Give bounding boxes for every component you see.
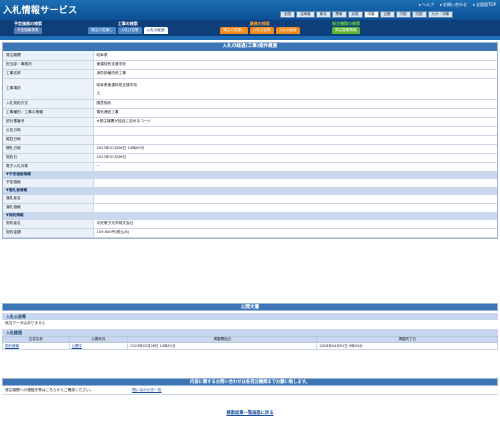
group-header-yotei: ▼予定価格情報 <box>3 171 497 179</box>
table-row: 契約金額 105,600円(税込み) <box>3 228 497 238</box>
contact-label: 発注機関への連絡先等はこちらからご確認ください。 <box>5 388 94 392</box>
contact-title: 内容に関するお問い合わせは各発注機関までお願い致します。 <box>2 378 498 386</box>
table-row: 落札者名 <box>3 194 497 204</box>
nav-group-agency: 発注機関の検索 発注機関情報 <box>332 20 360 36</box>
keika-subtitle: 入札経過 <box>2 329 498 336</box>
table-row: 縦覧日時 <box>3 135 497 145</box>
koukoku-empty-text: 該当データはありません <box>5 321 46 325</box>
documents-table: 文書名称 公開状況 掲載開始日 掲載終了日 契約情報 公開中 2023年02月2… <box>2 336 498 350</box>
tab-agency-info[interactable]: 発注機関情報 <box>332 27 360 34</box>
table-row: 担当部・事務所 東濃特別支援学校 <box>3 60 497 70</box>
table-row: 開札日時 2023年01月06日 10時00分 <box>3 144 497 154</box>
contact-section: 内容に関するお問い合わせは各発注機関までお願い致します。 発注機関への連絡先等は… <box>2 378 498 395</box>
table-row: 入札契約方式 随意契約 <box>3 99 497 109</box>
page-title: 入札の経過(工事)案件概要 <box>3 43 497 51</box>
tab-gyomu-mitoshi[interactable]: 発注の見通し <box>220 27 248 34</box>
nav-group-title: 工事の検索 <box>117 21 138 26</box>
tab-yotei-search[interactable]: 予定価格検索 <box>14 27 42 34</box>
region-tab-shikoku[interactable]: 四国 <box>411 11 427 18</box>
tab-koji-koukoku[interactable]: 入札公告等 <box>117 27 142 34</box>
table-row: 工事場所 岐阜県東濃特別支援学校土 <box>3 78 497 100</box>
tab-koji-mitoshi[interactable]: 発注の見通し <box>88 27 116 34</box>
back-to-results: 検索結果一覧画面に戻る <box>0 410 500 416</box>
region-tab-zenkoku[interactable]: 全国 <box>280 11 295 18</box>
case-summary-table: 発注機関 岐阜県 担当部・事務所 東濃特別支援学校 工事名称 消防設備改修工事 工事場… <box>3 51 497 238</box>
tab-koji-keika[interactable]: 入札の経過 <box>143 27 168 34</box>
tab-gyomu-koukoku[interactable]: 入札公告等 <box>249 27 274 34</box>
table-row: 工事名称 消防設備改修工事 <box>3 69 497 79</box>
koukoku-subtitle: 入札公告等 <box>2 313 498 320</box>
table-row: 契約日 2023年01月06日 <box>3 153 497 163</box>
public-documents-title: 公開文書 <box>2 303 498 311</box>
table-row: 予定価格 <box>3 178 497 188</box>
document-start: 2023年02月28日 10時51分 <box>127 342 318 350</box>
region-tab-kyushu[interactable]: 九州・沖縄 <box>427 11 453 18</box>
case-summary-section: 入札の経過(工事)案件概要 発注機関 岐阜県 担当部・事務所 東濃特別支援学校 工事… <box>2 42 498 239</box>
contact-list-link[interactable]: 問い合わせ先一覧 <box>132 386 162 394</box>
document-status-link[interactable]: 公開中 <box>68 342 129 350</box>
table-row: 契約情報 公開中 2023年02月28日 10時51分 2026年04月01日 … <box>2 342 498 350</box>
region-tab-chubu[interactable]: 中部 <box>363 11 379 18</box>
table-row: 落札価格 <box>3 203 497 213</box>
contact-link[interactable]: お問い合わせ <box>440 2 467 8</box>
contact-row: 発注機関への連絡先等はこちらからご確認ください。 問い合わせ先一覧 <box>2 386 498 395</box>
region-tab-tohoku[interactable]: 東北 <box>315 11 331 18</box>
group-header-keiyaku: ▼契約情報 <box>3 212 497 220</box>
table-row: 設計書番号 ※発注機関が独自に定めるコード <box>3 117 497 127</box>
group-header-rakusatsu: ▼落札者情報 <box>3 187 497 195</box>
top-links: ヘルプ お問い合わせ 全国版TOP <box>419 2 496 8</box>
region-tab-hokkaido[interactable]: 北海道 <box>296 11 315 18</box>
document-name-link[interactable]: 契約情報 <box>2 342 70 350</box>
nav-group-yotei: 予定価格の検索 予定価格検索 <box>14 20 42 36</box>
back-to-results-link[interactable]: 検索結果一覧画面に戻る <box>226 411 273 416</box>
nav-group-koji: 工事の検索 発注の見通し 入札公告等 入札の経過 <box>88 20 168 36</box>
nav-group-title: 予定価格の検索 <box>14 21 42 26</box>
nav-group-title: 発注機関の検索 <box>332 21 360 26</box>
region-tabs: 全国 北海道 東北 関東 北陸 中部 近畿 中国 四国 九州・沖縄 <box>280 11 453 18</box>
nav-group-gyomu: 業務の検索 発注の見通し 入札公告等 入札の経過 <box>220 20 300 36</box>
region-tab-kanto[interactable]: 関東 <box>331 11 347 18</box>
main-nav: 予定価格の検索 予定価格検索 工事の検索 発注の見通し 入札公告等 入札の経過 … <box>0 20 500 36</box>
site-logo: 入札情報サービス <box>3 6 78 16</box>
table-row: 工事種別／工事の業種 電気通信工事 <box>3 108 497 118</box>
nav-underline <box>0 36 500 40</box>
region-tab-kinki[interactable]: 近畿 <box>379 11 395 18</box>
help-link[interactable]: ヘルプ <box>419 2 434 8</box>
national-top-link[interactable]: 全国版TOP <box>473 2 496 8</box>
tab-gyomu-keika[interactable]: 入札の経過 <box>275 27 300 34</box>
table-row: 電子入札対象－ <box>3 162 497 172</box>
nav-group-title: 業務の検索 <box>249 21 270 26</box>
region-tab-hokuriku[interactable]: 北陸 <box>347 11 363 18</box>
table-row: 公告日時 <box>3 126 497 136</box>
table-row: 契約者名 中央電子光学株式会社 <box>3 219 497 229</box>
public-documents-section: 公開文書 入札公告等 該当データはありません 入札経過 文書名称 公開状況 掲載… <box>2 303 498 350</box>
document-end: 2026年04月01日 0時00分 <box>316 342 498 350</box>
table-row: 発注機関 岐阜県 <box>3 51 497 61</box>
region-tab-chugoku[interactable]: 中国 <box>395 11 411 18</box>
